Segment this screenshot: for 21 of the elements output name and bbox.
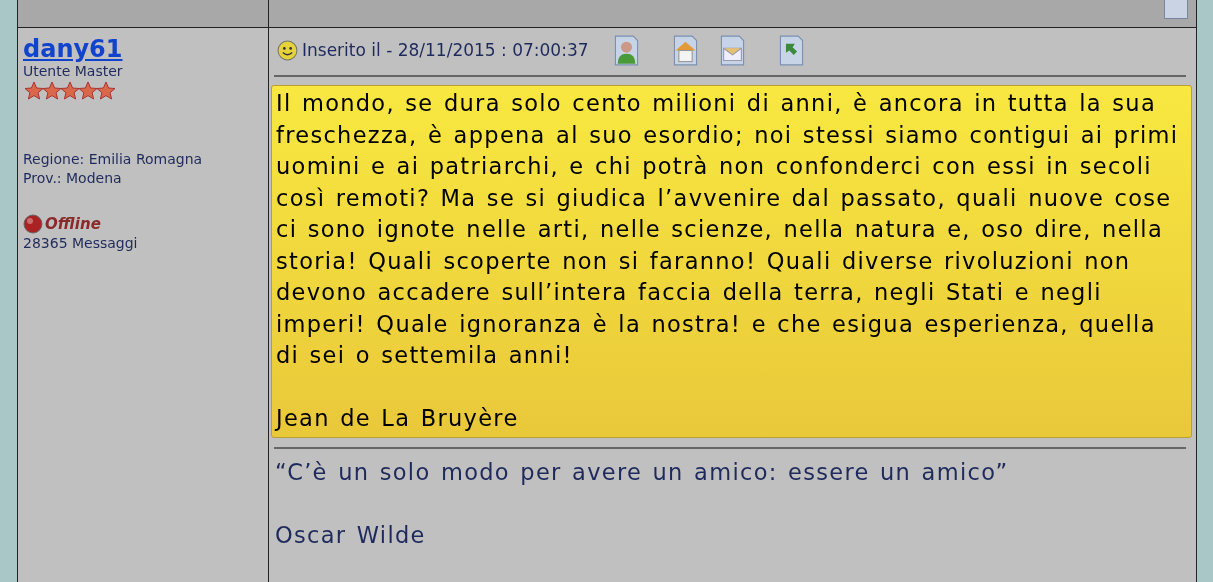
star-icon: [23, 81, 45, 102]
signature-text: Oscar Wilde: [275, 520, 427, 550]
quote-text: Jean de La Bruyère: [276, 404, 520, 433]
star-icon: [59, 81, 81, 102]
post-date: Inserito il - 28/11/2015 : 07:00:37: [302, 40, 589, 60]
user-region: Regione: Emilia Romagna: [23, 150, 204, 170]
status-label: Offline: [45, 215, 101, 234]
star-icon: [95, 81, 117, 102]
star-icon: [77, 81, 99, 102]
smiley-icon: [277, 39, 298, 61]
profile-icon[interactable]: [612, 34, 640, 66]
home-icon[interactable]: [671, 34, 699, 66]
quote-text: Il mondo, se dura solo cento milioni di anni, è ancora in tutta la sua freschezza, è appena al suo esordio; noi stessi siamo contigui ai primi uomini e ai patriarchi, e chi potrà non confonderci con essi in secoli così remoti? Ma se si giudica l’avvenire dal passato, quali nuove cose ci sono ignote nelle arti, nelle scienze, nella natura e, oso dire, nella storia! Quali scoperte non si faranno! Quali diverse rivoluzioni non devono accadere sull’intera faccia della terra, negli Stati e negli imperi! Quale ignoranza è la nostra! e che esigua esperienza, quella di sei o settemila anni!: [276, 89, 1180, 370]
star-icon: [41, 81, 63, 102]
message-count: 28365 Messaggi: [23, 234, 139, 254]
user-province: Prov.: Modena: [23, 169, 123, 189]
username-link[interactable]: dany61: [23, 36, 268, 63]
scroll-button[interactable]: [1164, 0, 1188, 19]
signature-text: “C’è un solo modo per avere un amico: essere un amico”: [275, 457, 1010, 487]
envelope-icon[interactable]: [718, 34, 746, 66]
user-rank: Utente Master: [23, 62, 124, 82]
